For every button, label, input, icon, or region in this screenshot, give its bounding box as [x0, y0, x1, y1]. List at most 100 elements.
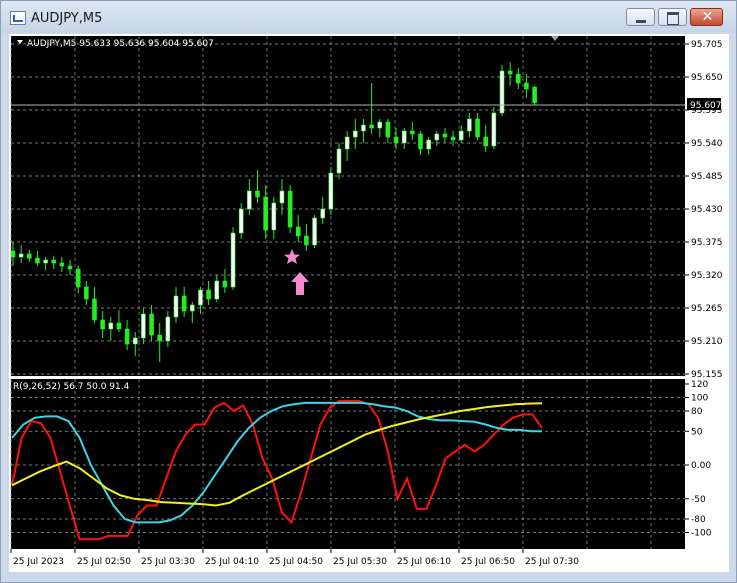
indicator-tick-label: -80 — [691, 515, 706, 525]
time-axis: 25 Jul 2023 25 Jul 02:50 25 Jul 03:30 25 Ju… — [10, 549, 579, 567]
candle-body — [67, 265, 73, 270]
candle-body — [198, 289, 203, 306]
candle-body — [75, 268, 81, 288]
candle-body — [271, 202, 277, 231]
indicator-tick-label: -50 — [691, 495, 706, 505]
candle-body — [247, 190, 252, 210]
candle-body — [18, 253, 24, 258]
candle-body — [100, 319, 105, 330]
indicator-tick-label: 100 — [691, 394, 708, 404]
price-tick-label: 95.155 — [691, 370, 723, 380]
candle-body — [393, 136, 399, 144]
candle-body — [43, 259, 48, 264]
candle-body — [369, 124, 374, 129]
candle-body — [361, 124, 366, 132]
candle-body — [524, 82, 529, 90]
candle-body — [92, 298, 97, 321]
candle-body — [458, 130, 464, 141]
maximize-button[interactable] — [658, 8, 687, 26]
candle-body — [475, 118, 480, 138]
candle-body — [450, 136, 456, 141]
candle-body — [214, 280, 220, 300]
price-tick-label: 95.485 — [691, 172, 723, 182]
candle-body — [507, 70, 513, 75]
candle-body — [116, 322, 122, 330]
price-chart-svg[interactable]: AUDJPY,M5 95.633 95.636 95.604 95.607 R(… — [9, 34, 729, 572]
candle-body — [410, 130, 415, 135]
candle-body — [51, 259, 57, 264]
candle-body — [418, 133, 423, 150]
indicator-tick-label: -100 — [691, 529, 712, 539]
candle-body — [59, 262, 65, 267]
candle-body — [173, 295, 179, 318]
current-price-label: 95.607 — [690, 101, 722, 111]
candle-body — [377, 121, 383, 129]
candle-body — [132, 337, 138, 345]
candle-body — [483, 136, 489, 147]
candle-body — [352, 130, 358, 138]
time-tick-label: 25 Jul 06:50 — [461, 557, 515, 567]
candle-body — [230, 232, 236, 288]
candle-body — [84, 286, 89, 300]
price-tick-label: 95.210 — [691, 337, 723, 347]
candle-body — [320, 208, 326, 219]
candle-body — [26, 253, 32, 259]
candle-body — [165, 316, 171, 342]
candle-body — [190, 304, 195, 312]
price-tick-label: 95.320 — [691, 271, 723, 281]
candle-body — [328, 172, 334, 210]
candle-body — [312, 217, 317, 246]
candle-body — [295, 226, 301, 237]
time-tick-label: 25 Jul 05:30 — [333, 557, 387, 567]
indicator-tick-label: 80 — [691, 407, 703, 417]
candle-body — [532, 86, 537, 104]
candle-body — [491, 112, 497, 147]
close-icon: ✕ — [701, 9, 714, 25]
price-tick-label: 95.375 — [691, 238, 723, 248]
chart-area[interactable]: AUDJPY,M5 95.633 95.636 95.604 95.607 R(… — [9, 34, 729, 572]
candle-body — [157, 334, 162, 342]
terminal-window: AUDJPY,M5 ✕ AUDJPY,M5 95.633 95.636 95.6… — [0, 0, 737, 583]
candle-body — [434, 133, 440, 141]
candle-body — [263, 196, 268, 231]
candle-body — [304, 235, 309, 246]
indicator-tick-label: 0.00 — [691, 461, 711, 471]
minimize-button[interactable] — [626, 8, 655, 26]
close-button[interactable]: ✕ — [690, 8, 723, 26]
candle-body — [279, 190, 285, 204]
indicator-tick-label: 50 — [691, 427, 703, 437]
indicator-pane[interactable] — [11, 379, 685, 549]
time-tick-label: 25 Jul 02:50 — [77, 557, 131, 567]
candle-body — [515, 73, 521, 84]
candle-body — [336, 148, 342, 174]
symbol-info: AUDJPY,M5 95.633 95.636 95.604 95.607 — [27, 39, 214, 49]
candle-body — [467, 118, 472, 132]
candle-body — [206, 289, 211, 300]
candle-body — [426, 139, 431, 150]
candle-body — [255, 190, 260, 198]
indicator-label: R(9,26,52) 56.7 50.0 91.4 — [13, 382, 130, 392]
time-tick-label: 25 Jul 2023 — [13, 557, 64, 567]
time-tick-label: 25 Jul 04:50 — [269, 557, 323, 567]
indicator-axis: 120 100 80 50 0.00 -50 -80 -100 — [685, 380, 712, 539]
candle-body — [149, 313, 154, 336]
candle-body — [108, 322, 114, 330]
candle-body — [401, 130, 407, 144]
candle-body — [35, 257, 40, 264]
candle-body — [344, 136, 350, 150]
title-bar[interactable]: AUDJPY,M5 ✕ — [1, 1, 736, 33]
price-tick-label: 95.265 — [691, 304, 723, 314]
candle-body — [442, 133, 448, 138]
candle-body — [238, 208, 244, 234]
candle-body — [287, 190, 293, 228]
candle-body — [10, 250, 16, 258]
time-tick-label: 25 Jul 03:30 — [141, 557, 195, 567]
window-title: AUDJPY,M5 — [31, 11, 103, 26]
price-tick-label: 95.705 — [691, 40, 723, 50]
time-tick-label: 25 Jul 07:30 — [525, 557, 579, 567]
time-tick-label: 25 Jul 04:10 — [205, 557, 259, 567]
price-tick-label: 95.540 — [691, 139, 723, 149]
candle-body — [385, 121, 391, 138]
price-tick-label: 95.650 — [691, 73, 723, 83]
candle-body — [181, 295, 187, 312]
